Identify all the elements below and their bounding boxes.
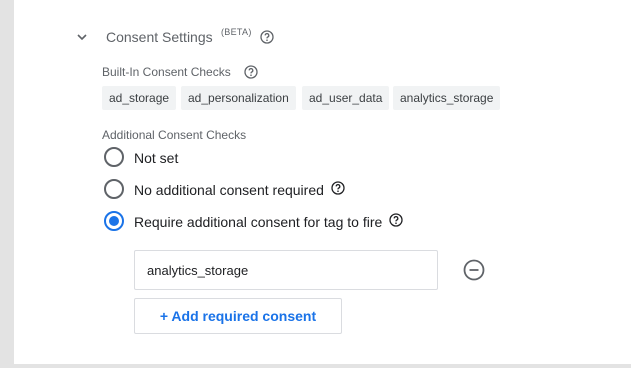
radio-label-no-additional-consent[interactable]: No additional consent required: [134, 182, 324, 198]
consent-chip-analytics-storage: analytics_storage: [393, 86, 501, 110]
consent-chip-ad-user-data: ad_user_data: [302, 86, 390, 110]
required-consent-input[interactable]: [134, 250, 438, 290]
help-icon[interactable]: [244, 65, 258, 79]
builtin-consent-label: Built-In Consent Checks: [102, 65, 231, 79]
radio-label-not-set[interactable]: Not set: [134, 150, 178, 166]
radio-not-set[interactable]: [104, 147, 124, 167]
chevron-down-icon[interactable]: [76, 30, 88, 42]
help-icon[interactable]: [260, 30, 274, 44]
help-icon[interactable]: [331, 181, 345, 195]
radio-no-additional-consent[interactable]: [104, 179, 124, 199]
section-title[interactable]: Consent Settings: [106, 29, 213, 45]
consent-chip-ad-personalization: ad_personalization: [181, 86, 296, 110]
beta-badge: (BETA): [221, 27, 252, 37]
radio-require-additional-consent[interactable]: [104, 211, 124, 231]
additional-consent-label: Additional Consent Checks: [102, 128, 247, 142]
consent-chip-ad-storage: ad_storage: [102, 86, 177, 110]
help-icon[interactable]: [389, 213, 403, 227]
remove-circle-icon[interactable]: [463, 259, 485, 281]
radio-label-require-additional-consent[interactable]: Require additional consent for tag to fi…: [134, 214, 382, 230]
add-required-consent-button[interactable]: + Add required consent: [134, 298, 342, 334]
